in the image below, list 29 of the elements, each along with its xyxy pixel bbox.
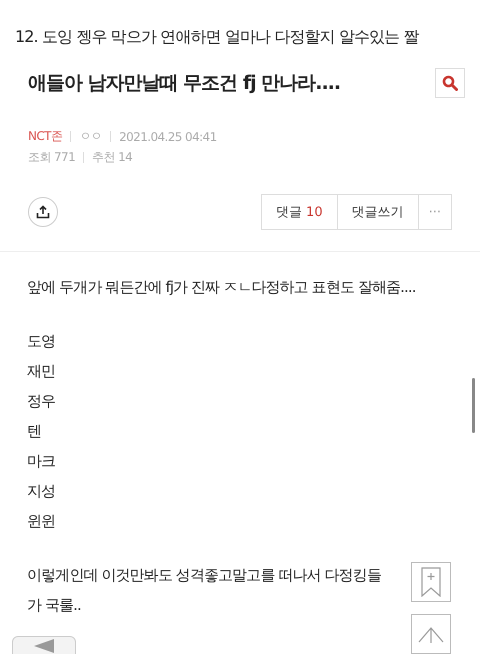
body-text: 마크	[27, 451, 56, 472]
bookmark-button[interactable]	[411, 562, 451, 602]
body-text: 윈윈	[27, 511, 56, 532]
scroll-top-button[interactable]	[411, 614, 451, 654]
headline: 12. 도잉 젱우 막으가 연애하면 얼마나 다정할지 알수있는 짤	[14, 26, 420, 48]
author-name: ㅇㅇ	[79, 128, 102, 145]
body-text: 재민	[27, 361, 56, 382]
write-comment-button[interactable]: 댓글쓰기	[336, 194, 419, 230]
share-button[interactable]	[28, 197, 58, 227]
back-arrow-icon	[34, 639, 54, 653]
post-date: 2021.04.25 04:41	[119, 130, 217, 144]
body-text: 이렇게인데 이것만봐도 성격좋고말고를 떠나서 다정킹들	[27, 565, 381, 586]
body-text: 도영	[27, 331, 56, 352]
bookmark-icon	[420, 567, 442, 597]
search-icon	[442, 75, 458, 91]
body-text: 지성	[27, 481, 56, 502]
body-text: 앞에 두개가 뭐든간에 fj가 진짜 ㅈㄴ다정하고 표현도 잘해줌....	[27, 277, 416, 298]
like-count: 추천 14	[92, 149, 132, 166]
search-button[interactable]	[435, 68, 465, 98]
up-arrow-icon	[418, 625, 444, 643]
view-count: 조회 771	[28, 149, 76, 166]
share-icon	[36, 205, 50, 219]
scrollbar	[472, 378, 475, 433]
comments-button[interactable]: 댓글 10	[260, 194, 338, 230]
body-text: 가 국룰..	[27, 595, 81, 616]
board-link[interactable]: NCT존	[28, 128, 62, 145]
post-title: 애들아 남자만날때 무조건 fj 만나라....	[28, 71, 340, 96]
body-text: 정우	[27, 391, 56, 412]
body-text: 텐	[27, 421, 42, 442]
